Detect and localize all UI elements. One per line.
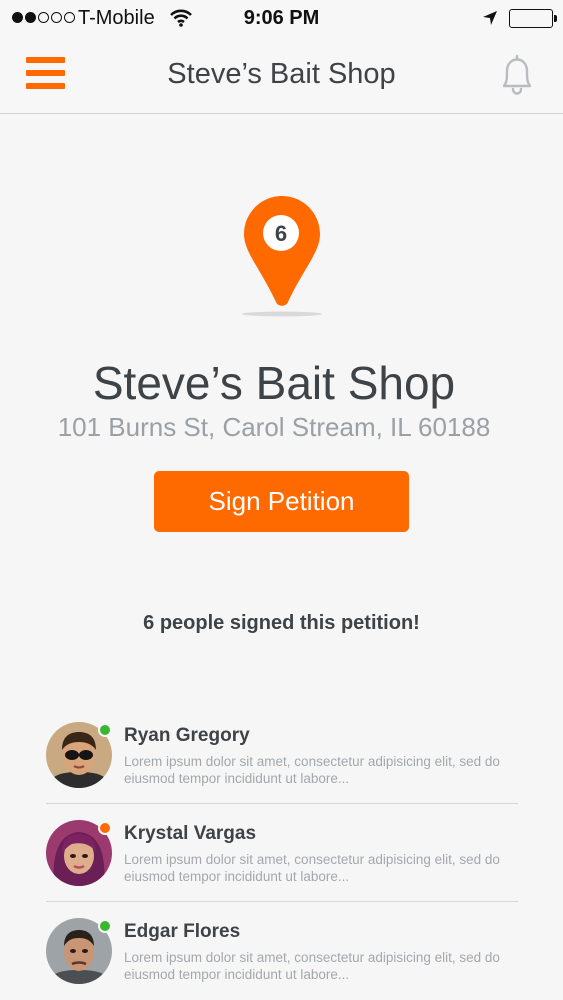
list-item[interactable]: Edgar Flores Lorem ipsum dolor sit amet,… <box>46 902 518 1000</box>
signer-message: Lorem ipsum dolor sit amet, consectetur … <box>124 754 500 786</box>
status-bar: T-Mobile 9:06 PM <box>0 0 563 38</box>
status-dot <box>98 821 112 835</box>
clock: 9:06 PM <box>243 7 320 29</box>
status-dot <box>98 919 112 933</box>
map-pin-icon: 6 <box>240 194 324 318</box>
battery-icon <box>509 9 557 28</box>
list-item[interactable]: Ryan Gregory Lorem ipsum dolor sit amet,… <box>46 706 518 804</box>
shop-address: 101 Burns St, Carol Stream, IL 60188 <box>57 412 491 442</box>
shop-name: Steve’s Bait Shop <box>92 357 456 409</box>
signers-list: Ryan Gregory Lorem ipsum dolor sit amet,… <box>46 706 518 1000</box>
status-dot <box>98 723 112 737</box>
navigation-bar: Steve’s Bait Shop <box>0 38 563 114</box>
signer-name: Ryan Gregory <box>124 725 250 746</box>
nav-title: Steve’s Bait Shop <box>167 58 396 90</box>
sign-petition-button[interactable]: Sign Petition <box>154 471 409 532</box>
signature-count: 6 people signed this petition! <box>143 612 420 634</box>
signer-name: Krystal Vargas <box>124 823 257 844</box>
list-item[interactable]: Krystal Vargas Lorem ipsum dolor sit ame… <box>46 804 518 902</box>
location-arrow-icon <box>482 10 498 31</box>
signer-name: Edgar Flores <box>124 921 241 942</box>
bell-icon[interactable] <box>494 52 540 98</box>
signer-message: Lorem ipsum dolor sit amet, consectetur … <box>124 852 500 884</box>
pin-number: 6 <box>275 221 287 246</box>
signer-message: Lorem ipsum dolor sit amet, consectetur … <box>124 950 500 982</box>
app-screen: T-Mobile 9:06 PM Steve’s Bait Shop 6 Ste… <box>0 0 563 1000</box>
